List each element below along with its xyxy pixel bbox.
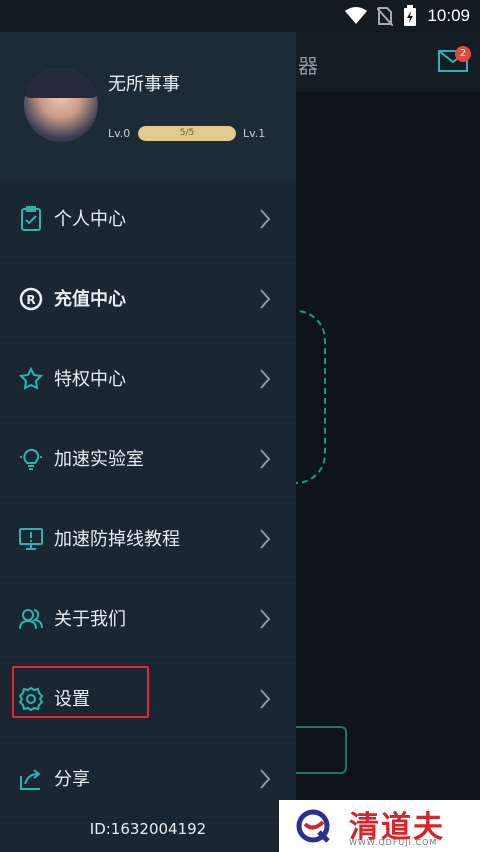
clipboard-icon — [21, 206, 41, 231]
recharge-icon: R — [19, 287, 43, 311]
users-icon — [19, 609, 43, 630]
chevron-right-icon — [260, 369, 271, 389]
svg-text:R: R — [26, 293, 35, 307]
menu-label: 充值中心 — [54, 289, 126, 310]
wifi-icon — [345, 7, 368, 24]
level-current: Lv.0 — [108, 127, 131, 140]
menu-item-personal-center[interactable]: 个人中心 — [0, 180, 296, 260]
drawer-menu: 个人中心 R 充值中心 特权中心 加速实验室 加速防掉线教程 关于我们 设置 分… — [0, 180, 296, 820]
menu-label: 关于我们 — [54, 609, 126, 630]
menu-item-about-us[interactable]: 关于我们 — [0, 580, 296, 660]
share-icon — [20, 769, 41, 790]
background-title: 器 — [298, 54, 318, 78]
status-icons: 10:09 — [345, 0, 470, 32]
user-id: ID:1632004192 — [89, 820, 207, 838]
settings-highlight-box — [12, 666, 149, 718]
profile-header[interactable]: 无所事事 Lv.0 5/5 Lv.1 — [0, 32, 296, 180]
username: 无所事事 — [108, 74, 180, 95]
level-progress-bar: 5/5 — [138, 126, 236, 141]
watermark-logo — [296, 809, 330, 843]
menu-label: 分享 — [54, 769, 90, 790]
chevron-right-icon — [260, 609, 271, 629]
menu-label: 特权中心 — [54, 369, 126, 390]
chevron-right-icon — [260, 769, 271, 789]
status-time: 10:09 — [427, 6, 470, 25]
mail-badge: 2 — [455, 46, 471, 62]
chevron-right-icon — [260, 209, 271, 229]
menu-label: 个人中心 — [54, 209, 126, 230]
monitor-alert-icon — [19, 528, 43, 550]
menu-label: 加速防掉线教程 — [54, 529, 180, 550]
navigation-drawer: 无所事事 Lv.0 5/5 Lv.1 个人中心 R 充值中心 特权中心 加速实验… — [0, 32, 296, 852]
ribbon-icon — [18, 366, 44, 390]
chevron-right-icon — [260, 449, 271, 469]
menu-item-acceleration-lab[interactable]: 加速实验室 — [0, 420, 296, 500]
menu-label: 加速实验室 — [54, 449, 144, 470]
level-progress-text: 5/5 — [179, 128, 195, 138]
menu-item-share[interactable]: 分享 — [0, 740, 296, 820]
battery-charging-icon — [404, 5, 417, 26]
chevron-right-icon — [260, 689, 271, 709]
menu-item-privilege-center[interactable]: 特权中心 — [0, 340, 296, 420]
menu-item-recharge-center[interactable]: R 充值中心 — [0, 260, 296, 340]
lightbulb-icon — [20, 448, 42, 470]
level-next: Lv.1 — [243, 127, 266, 140]
menu-item-disconnect-tutorial[interactable]: 加速防掉线教程 — [0, 500, 296, 580]
status-bar: 10:09 — [0, 0, 480, 32]
avatar[interactable] — [24, 68, 98, 142]
no-sim-icon — [377, 7, 394, 26]
watermark-url: WWW.QDFUJI.COM — [349, 838, 438, 847]
watermark: 清道夫 WWW.QDFUJI.COM — [279, 800, 480, 852]
chevron-right-icon — [260, 529, 271, 549]
chevron-right-icon — [260, 289, 271, 309]
